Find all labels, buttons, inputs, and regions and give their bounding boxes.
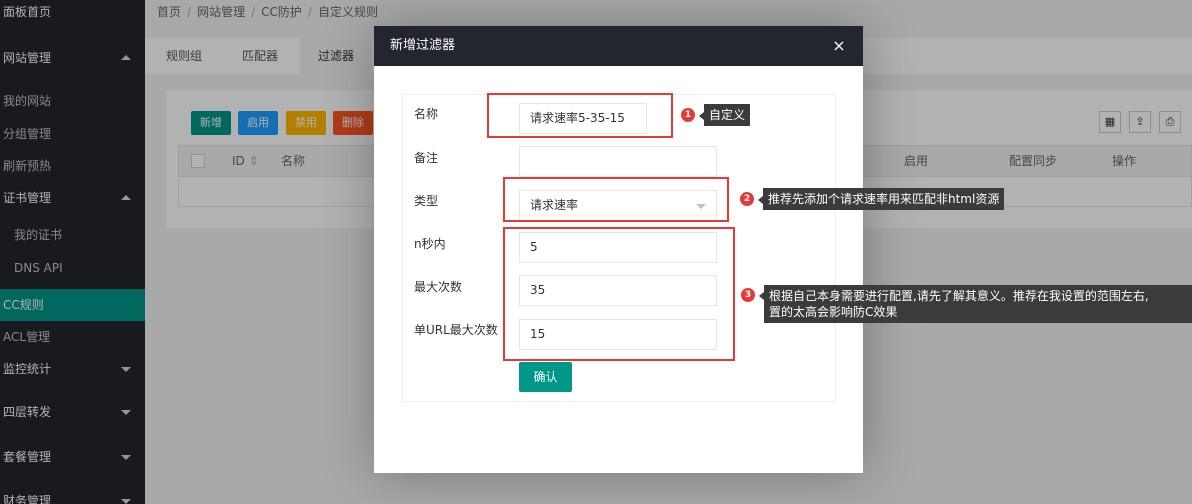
n-seconds-label: n秒内 (414, 237, 446, 251)
remark-input[interactable] (519, 146, 717, 177)
annotation-box-1 (487, 93, 673, 138)
annotation-tip-3-line2: 置的太高会影响防C效果 (769, 305, 898, 319)
remark-label: 备注 (414, 151, 439, 165)
type-label: 类型 (414, 194, 439, 208)
modal-header: 新增过滤器 × (374, 26, 863, 66)
annotation-tip-2: 推荐先添加个请求速率用来匹配非html资源 (763, 188, 1005, 210)
confirm-button[interactable]: 确认 (519, 362, 572, 392)
annotation-badge-2: 2 (740, 192, 754, 206)
close-icon[interactable]: × (829, 36, 849, 56)
annotation-tip-1: 自定义 (704, 104, 751, 126)
url-max-count-label: 单URL最大次数 (414, 323, 498, 337)
annotation-badge-3: 3 (741, 288, 755, 302)
annotation-badge-1: 1 (681, 108, 695, 122)
max-count-label: 最大次数 (414, 280, 463, 294)
annotation-tip-3: 根据自己本身需要进行配置,请先了解其意义。推荐在我设置的范围左右, 置的太高会影… (764, 285, 1192, 323)
modal-title: 新增过滤器 (390, 38, 456, 53)
name-label: 名称 (414, 107, 439, 121)
annotation-box-3 (503, 227, 735, 361)
annotation-tip-3-line1: 根据自己本身需要进行配置,请先了解其意义。推荐在我设置的范围左右, (769, 289, 1149, 303)
annotation-box-2 (503, 177, 729, 222)
